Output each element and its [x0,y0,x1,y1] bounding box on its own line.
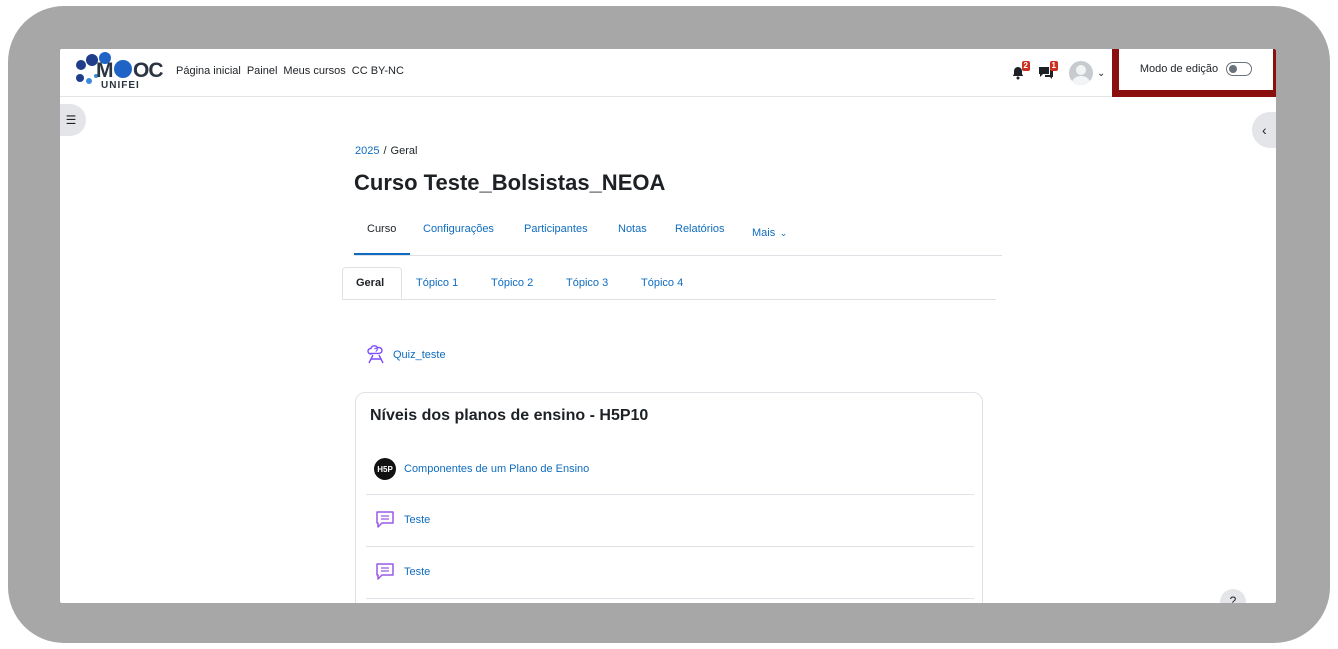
primary-navigation: Página inicial Painel Meus cursos CC BY-… [176,65,404,77]
topic-tab-2[interactable]: Tópico 2 [491,277,533,289]
tab-more[interactable]: Mais ⌄ [752,223,787,241]
section-title: Níveis dos planos de ensino - H5P10 [370,407,649,424]
notification-count-badge: 2 [1021,61,1030,71]
tab-more-label: Mais [752,227,776,239]
logo-dot [86,78,92,84]
quiz-icon [367,345,384,364]
edit-mode-label: Modo de edição [1139,63,1219,75]
forum-icon [376,510,394,528]
notifications-button[interactable]: 2 [1007,61,1030,84]
tab-reports[interactable]: Relatórios [675,223,725,235]
site-logo[interactable]: M OC UNIFEI [76,52,166,92]
edit-mode-control: Modo de edição [1112,49,1276,97]
active-tab-indicator [354,253,410,255]
chevron-left-icon: ‹ [1262,122,1267,138]
user-avatar[interactable] [1069,61,1093,85]
nav-my-courses[interactable]: Meus cursos [283,65,345,77]
edit-mode-toggle[interactable] [1226,62,1253,76]
logo-dot [76,74,84,82]
tab-settings[interactable]: Configurações [423,223,494,235]
course-section-card: Níveis dos planos de ensino - H5P10 H5P … [355,392,983,603]
breadcrumb-separator: / [383,145,387,157]
breadcrumb: 2025 / Geral [355,145,417,157]
activity-row-h5p[interactable]: H5P Componentes de um Plano de Ensino [366,444,974,494]
tab-participants[interactable]: Participantes [524,223,588,235]
logo-o-dot [114,60,132,78]
forum-icon [376,562,394,580]
chevron-down-icon[interactable]: ⌄ [1097,68,1105,79]
h5p-icon: H5P [374,458,396,480]
activity-row-forum-2[interactable]: Teste [366,546,974,596]
activity-quiz-name[interactable]: Quiz_teste [393,349,446,361]
activity-name[interactable]: Teste [404,514,430,526]
topic-tabs: Geral Tópico 1 Tópico 2 Tópico 3 Tópico … [342,267,996,300]
breadcrumb-category[interactable]: Geral [391,145,418,157]
nav-dashboard[interactable]: Painel [247,65,278,77]
breadcrumb-year[interactable]: 2025 [355,145,379,157]
nav-license[interactable]: CC BY-NC [352,65,404,77]
topic-tab-1[interactable]: Tópico 1 [416,277,458,289]
message-count-badge: 1 [1049,61,1058,71]
course-secondary-nav: Curso Configurações Participantes Notas … [354,213,1002,256]
user-nav-icons: 2 1 ⌄ [1007,60,1105,86]
activity-row-divider [366,598,974,603]
page-title: Curso Teste_Bolsistas_NEOA [354,170,666,195]
block-drawer-toggle[interactable]: ‹ [1252,112,1276,148]
tab-grades[interactable]: Notas [618,223,647,235]
browser-viewport: M OC UNIFEI Página inicial Painel Meus c… [60,49,1276,603]
chevron-down-icon: ⌄ [779,228,788,238]
course-index-toggle[interactable]: ☰ [60,104,86,136]
activity-quiz[interactable]: Quiz_teste [365,345,446,365]
top-navbar: M OC UNIFEI Página inicial Painel Meus c… [60,49,1276,97]
tab-course[interactable]: Curso [367,223,396,235]
topic-tab-3[interactable]: Tópico 3 [566,277,608,289]
topic-tab-4[interactable]: Tópico 4 [641,277,683,289]
activity-name[interactable]: Componentes de um Plano de Ensino [404,463,589,475]
messages-button[interactable]: 1 [1035,61,1058,84]
logo-dot [76,60,86,70]
list-icon: ☰ [65,113,77,127]
help-button[interactable]: ? [1220,589,1246,603]
nav-home[interactable]: Página inicial [176,65,241,77]
topic-tab-general[interactable]: Geral [356,277,384,289]
logo-unifei: UNIFEI [101,80,140,91]
activity-row-forum-1[interactable]: Teste [366,494,974,544]
activity-name[interactable]: Teste [404,566,430,578]
